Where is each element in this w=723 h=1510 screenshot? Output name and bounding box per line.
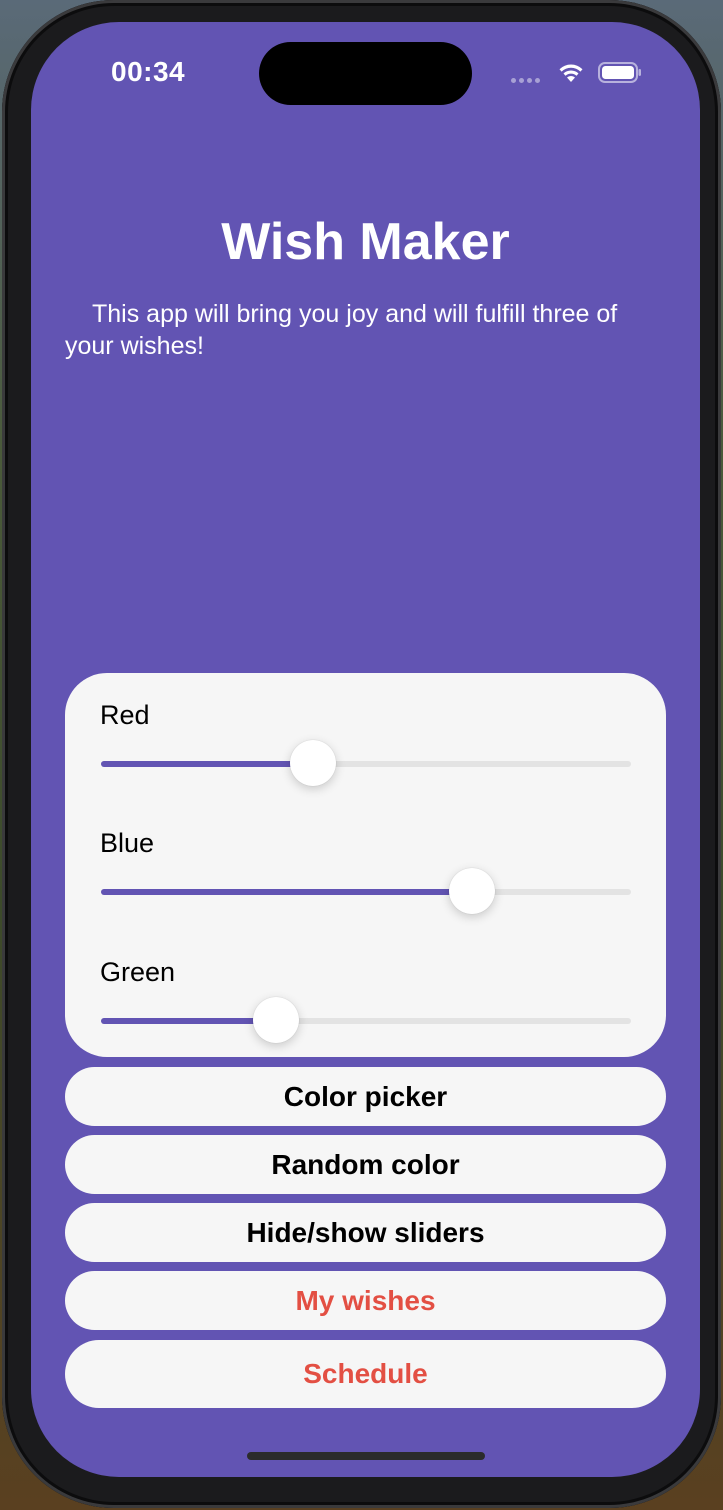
slider-track-red[interactable] — [101, 761, 631, 767]
slider-row-blue: Blue — [65, 806, 666, 916]
random-color-button[interactable]: Random color — [65, 1135, 666, 1194]
slider-track-green[interactable] — [101, 1018, 631, 1024]
status-time: 00:34 — [111, 56, 186, 87]
page-title: Wish Maker — [221, 213, 510, 271]
battery-icon — [598, 62, 641, 83]
slider-thumb-green[interactable] — [252, 997, 299, 1043]
toggle-sliders-button[interactable]: Hide/show sliders — [65, 1203, 666, 1262]
home-indicator[interactable] — [247, 1452, 485, 1460]
slider-track-blue[interactable] — [101, 889, 631, 895]
dynamic-island — [259, 42, 472, 105]
my-wishes-button[interactable]: My wishes — [65, 1271, 666, 1330]
color-picker-button[interactable]: Color picker — [65, 1067, 666, 1126]
color-sliders-panel: Red Blue Green — [65, 673, 666, 1057]
app-description: This app will bring you joy and will ful… — [65, 300, 618, 360]
app-screen: 00:34 Wish Maker This app will bring you… — [31, 22, 700, 1477]
slider-fill-red — [101, 761, 313, 767]
slider-label-blue: Blue — [100, 828, 155, 858]
slider-label-red: Red — [100, 700, 150, 730]
slider-thumb-red[interactable] — [290, 740, 336, 786]
slider-thumb-blue[interactable] — [449, 868, 495, 914]
slider-fill-blue — [101, 889, 472, 895]
phone-frame: 00:34 Wish Maker This app will bring you… — [2, 0, 721, 1508]
slider-row-red: Red — [65, 678, 666, 788]
cellular-signal-icon — [511, 78, 540, 83]
slider-row-green: Green — [65, 935, 666, 1045]
slider-label-green: Green — [100, 957, 176, 987]
wifi-icon — [559, 64, 583, 82]
schedule-button[interactable]: Schedule — [65, 1340, 666, 1408]
slider-fill-green — [101, 1018, 276, 1024]
